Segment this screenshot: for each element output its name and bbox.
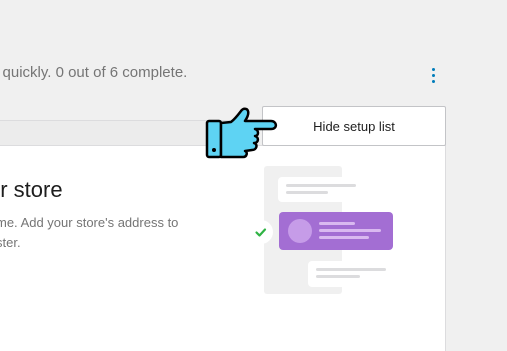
more-options-button[interactable] (422, 64, 444, 86)
dot (431, 79, 435, 83)
pointing-hand-icon (205, 107, 278, 159)
line (319, 229, 381, 232)
line (286, 191, 328, 194)
task-title: ur store (0, 177, 63, 202)
task-description-line-2: ster. (0, 235, 21, 250)
task-description-line-1: me. Add your store's address to (0, 215, 179, 230)
line (316, 268, 386, 271)
setup-illustration (249, 166, 394, 294)
hide-setup-list-button[interactable]: Hide setup list (262, 106, 446, 146)
line (319, 222, 355, 225)
task-description: me. Add your store's address to ster. (0, 213, 196, 253)
dot (431, 73, 435, 77)
line (316, 275, 360, 278)
line (286, 184, 356, 187)
avatar-circle (288, 219, 312, 243)
check-badge (249, 220, 273, 244)
line (319, 236, 369, 239)
cuff-dot (212, 148, 216, 152)
illustration-card-bottom (308, 261, 394, 287)
illustration-card-top (278, 177, 363, 202)
hand (219, 107, 278, 159)
progress-text: g quickly. 0 out of 6 complete. (0, 64, 188, 81)
vertical-ellipsis-icon (431, 67, 435, 71)
